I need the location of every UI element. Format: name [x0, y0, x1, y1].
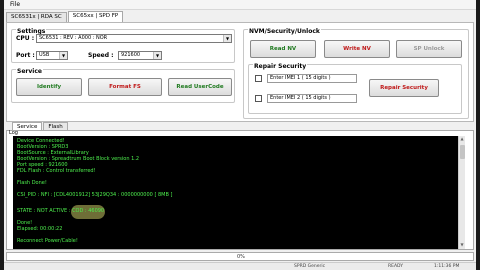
- sp-unlock-button[interactable]: SP Unlock: [396, 40, 462, 58]
- tab-sc65xx[interactable]: SC65xx | SPD FP: [67, 11, 124, 22]
- cpu-label: CPU :: [16, 35, 35, 42]
- log-line: Flash Done!: [17, 180, 47, 186]
- repair-title: Repair Security: [253, 63, 308, 70]
- nvm-title: NVM/Security/Unlock: [248, 28, 321, 35]
- read-usercode-button[interactable]: Read UserCode: [168, 78, 232, 96]
- imei2-checkbox[interactable]: [255, 95, 262, 102]
- nvm-security-group: NVM/Security/Unlock Read NV Write NV SP …: [243, 29, 469, 119]
- status-bar: SPRD Generic READY 1:11:36 PM: [4, 262, 476, 270]
- speed-label: Speed :: [88, 52, 114, 59]
- imei1-placeholder: Enter IMEI 1 ( 15 digits ): [270, 75, 331, 81]
- chevron-down-icon: ▼: [153, 52, 161, 59]
- speed-select-value: 921600: [121, 52, 141, 58]
- write-nv-button[interactable]: Write NV: [324, 40, 390, 58]
- port-label: Port :: [16, 52, 35, 59]
- chevron-down-icon: ▼: [59, 52, 67, 59]
- repair-security-group: Repair Security Enter IMEI 1 ( 15 digits…: [248, 64, 462, 114]
- imei2-placeholder: Enter IMEI 2 ( 15 digits ): [270, 95, 331, 101]
- port-select-value: USB: [39, 52, 50, 58]
- log-line: Reconnect Power/Cable!: [17, 238, 78, 244]
- log-scrollbar[interactable]: ▲ ▼: [458, 136, 465, 249]
- format-fs-button[interactable]: Format FS: [88, 78, 162, 96]
- service-group: Service Identify Format FS Read UserCode: [11, 69, 235, 103]
- menu-bar: File: [4, 0, 476, 10]
- log-line: FDL Flash : Control transferred!: [17, 168, 96, 174]
- menu-file[interactable]: File: [10, 1, 20, 8]
- progress-text: 0%: [237, 254, 245, 260]
- log-line: Elapsed: 00:00:22: [17, 226, 63, 232]
- repair-security-button[interactable]: Repair Security: [369, 79, 439, 97]
- status-time: 1:11:36 PM: [434, 264, 460, 269]
- log-line: CSI_PID : NFI : [CDL4001912] 53J29Q34 : …: [17, 192, 173, 198]
- scroll-down-icon[interactable]: ▼: [459, 242, 465, 249]
- settings-group: Settings CPU : SC6531 : REV : A000 : NOR…: [11, 29, 235, 63]
- status-state: READY: [388, 264, 404, 269]
- log-line: STATE : NOT ACTIVE : COD : 46090: [17, 208, 105, 214]
- scrollbar-thumb[interactable]: [460, 145, 465, 159]
- chevron-down-icon: ▼: [223, 35, 231, 42]
- service-title: Service: [16, 68, 43, 75]
- status-port: SPRD Generic: [294, 264, 326, 269]
- read-nv-button[interactable]: Read NV: [250, 40, 316, 58]
- port-select[interactable]: USB ▼: [36, 51, 68, 60]
- tab-flash[interactable]: Flash: [43, 122, 68, 130]
- cpu-select[interactable]: SC6531 : REV : A000 : NOR ▼: [36, 34, 232, 43]
- tab-service[interactable]: Service: [12, 122, 43, 130]
- imei2-input[interactable]: Enter IMEI 2 ( 15 digits ): [267, 94, 357, 103]
- tab-sc6531x[interactable]: SC6531x | RDA SC: [6, 12, 67, 22]
- imei1-checkbox[interactable]: [255, 75, 262, 82]
- identify-button[interactable]: Identify: [16, 78, 82, 96]
- cpu-select-value: SC6531 : REV : A000 : NOR: [39, 35, 108, 41]
- imei1-input[interactable]: Enter IMEI 1 ( 15 digits ): [267, 74, 357, 83]
- log-panel: Log Device Connected! BootVersion : SPRD…: [6, 130, 474, 250]
- main-panel: Settings CPU : SC6531 : REV : A000 : NOR…: [6, 22, 474, 122]
- speed-select[interactable]: 921600 ▼: [118, 51, 162, 60]
- progress-bar: 0%: [6, 252, 474, 261]
- scroll-up-icon[interactable]: ▲: [459, 136, 465, 143]
- log-console[interactable]: Device Connected! BootVersion : SPRD3 Bo…: [13, 136, 465, 249]
- device-tabs: SC6531x | RDA SC SC65xx | SPD FP: [6, 11, 124, 22]
- application-window: File SC6531x | RDA SC SC65xx | SPD FP Se…: [4, 0, 476, 270]
